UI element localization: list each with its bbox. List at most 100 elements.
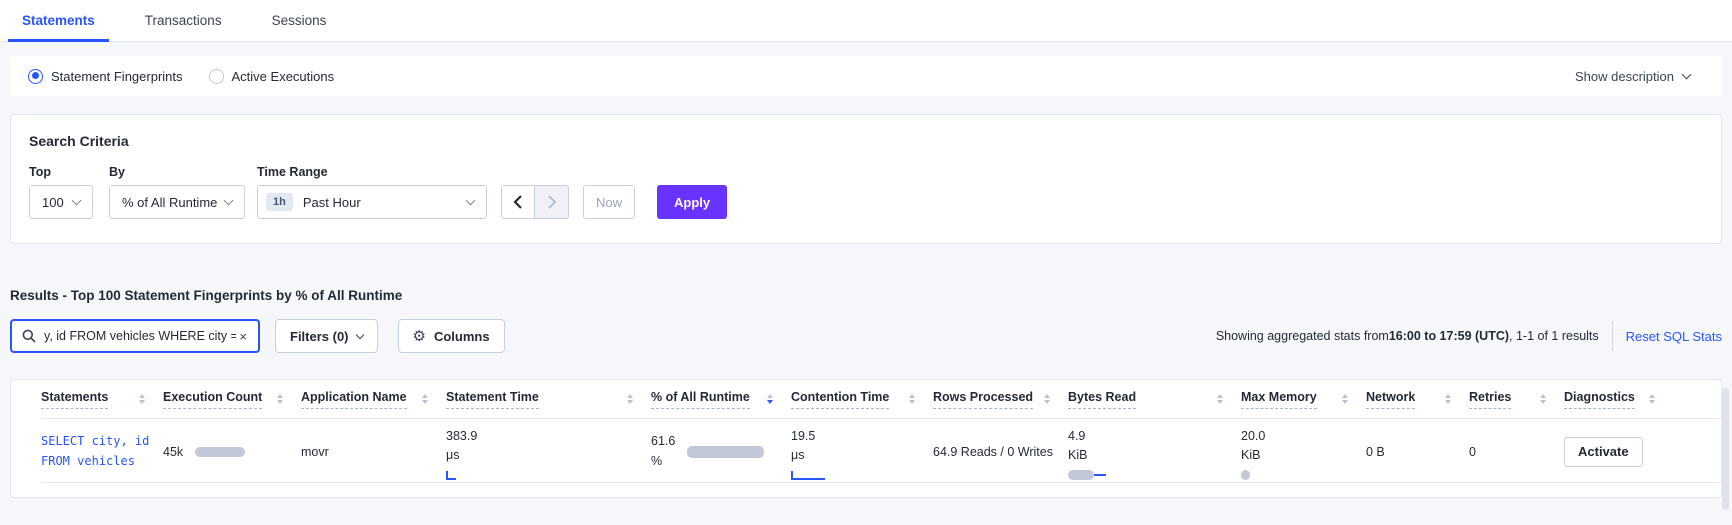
contention-time-bar bbox=[791, 470, 825, 480]
cell-diagnostics: Activate bbox=[1564, 419, 1721, 482]
sort-icon bbox=[627, 394, 633, 409]
statement-time-value: 383.9 bbox=[446, 429, 478, 443]
reset-sql-stats-link[interactable]: Reset SQL Stats bbox=[1626, 329, 1722, 344]
tab-bar: Statements Transactions Sessions bbox=[0, 0, 1732, 42]
radio-label: Statement Fingerprints bbox=[51, 68, 183, 84]
view-radio-group: Statement Fingerprints Active Executions bbox=[28, 68, 335, 84]
statement-search-box: × bbox=[10, 319, 260, 353]
radio-unselected-icon bbox=[208, 68, 224, 84]
radio-selected-icon bbox=[28, 68, 43, 84]
header-retries[interactable]: Retries bbox=[1469, 390, 1564, 409]
cell-retries: 0 bbox=[1469, 419, 1564, 482]
columns-label: Columns bbox=[433, 328, 490, 344]
stats-time-range: 16:00 to 17:59 (UTC) bbox=[1388, 329, 1510, 343]
time-range-badge: 1h bbox=[266, 193, 293, 211]
table-row: SELECT city, id FROM vehicles 45k movr 3… bbox=[41, 419, 1721, 483]
max-memory-unit: KiB bbox=[1241, 448, 1261, 463]
time-range-select[interactable]: 1h Past Hour bbox=[257, 185, 487, 219]
columns-button[interactable]: ⚙ Columns bbox=[397, 319, 505, 353]
statement-time-bar bbox=[446, 470, 477, 480]
tab-statements[interactable]: Statements bbox=[8, 0, 109, 42]
chevron-right-icon bbox=[547, 195, 557, 209]
header-statement-time[interactable]: Statement Time bbox=[446, 390, 651, 409]
contention-time-value: 19.5 bbox=[791, 429, 816, 443]
sort-icon bbox=[139, 394, 145, 409]
network-value: 0 B bbox=[1366, 444, 1385, 459]
header-diagnostics[interactable]: Diagnostics bbox=[1564, 390, 1721, 409]
cell-statement: SELECT city, id FROM vehicles bbox=[41, 419, 163, 482]
next-time-range-button[interactable] bbox=[535, 185, 569, 219]
bytes-read-bar bbox=[1068, 469, 1106, 480]
scrollbar-thumb[interactable] bbox=[1722, 388, 1729, 510]
chevron-down-icon bbox=[465, 195, 476, 206]
header-network[interactable]: Network bbox=[1366, 390, 1469, 409]
tab-transactions[interactable]: Transactions bbox=[131, 0, 236, 41]
bytes-read-unit: KiB bbox=[1068, 448, 1088, 463]
sort-icon bbox=[1540, 394, 1546, 409]
filters-button[interactable]: Filters (0) bbox=[275, 319, 378, 353]
search-icon bbox=[22, 329, 36, 343]
header-application-name[interactable]: Application Name bbox=[301, 390, 446, 409]
previous-time-range-button[interactable] bbox=[501, 185, 535, 219]
clear-search-icon[interactable]: × bbox=[236, 329, 250, 344]
time-range-value: Past Hour bbox=[302, 194, 361, 210]
cell-application-name: movr bbox=[301, 419, 446, 482]
radio-statement-fingerprints[interactable]: Statement Fingerprints bbox=[28, 68, 183, 84]
top-label: Top bbox=[29, 165, 51, 179]
radio-active-executions[interactable]: Active Executions bbox=[208, 68, 335, 84]
header-contention-time[interactable]: Contention Time bbox=[791, 390, 933, 409]
table-header-row: Statements Execution Count Application N… bbox=[41, 390, 1721, 419]
by-label: By bbox=[109, 165, 125, 179]
top-select[interactable]: 100 bbox=[29, 185, 93, 219]
apply-button[interactable]: Apply bbox=[657, 185, 728, 219]
by-select-value: % of All Runtime bbox=[122, 194, 218, 210]
vertical-divider bbox=[1611, 321, 1613, 351]
retries-value: 0 bbox=[1469, 444, 1476, 459]
rows-processed-value: 64.9 Reads / 0 Writes bbox=[933, 444, 1053, 459]
sort-icon bbox=[1217, 394, 1223, 409]
header-statements[interactable]: Statements bbox=[41, 390, 163, 409]
gear-icon: ⚙ bbox=[412, 327, 426, 345]
cell-statement-time: 383.9 μs bbox=[446, 419, 651, 482]
header-execution-count[interactable]: Execution Count bbox=[163, 390, 301, 409]
time-range-arrows bbox=[501, 185, 569, 219]
statement-fingerprint-link[interactable]: SELECT city, id FROM vehicles bbox=[41, 432, 151, 470]
cell-network: 0 B bbox=[1366, 419, 1469, 482]
execution-count-value: 45k bbox=[163, 444, 184, 459]
cell-bytes-read: 4.9 KiB bbox=[1068, 419, 1241, 482]
pct-runtime-unit: % bbox=[651, 453, 663, 468]
now-button[interactable]: Now bbox=[583, 185, 635, 219]
pct-runtime-bar bbox=[687, 445, 765, 458]
aggregated-stats-text: Showing aggregated stats from 16:00 to 1… bbox=[1216, 329, 1599, 343]
chevron-down-icon bbox=[223, 195, 234, 206]
view-toggle-panel: Statement Fingerprints Active Executions… bbox=[10, 56, 1722, 96]
header-pct-of-all-runtime[interactable]: % of All Runtime bbox=[651, 390, 791, 409]
cell-pct-runtime: 61.6 % bbox=[651, 419, 791, 482]
sort-icon bbox=[1445, 394, 1451, 409]
stats-prefix: Showing aggregated stats from bbox=[1215, 329, 1389, 343]
sort-desc-icon bbox=[767, 394, 773, 409]
header-rows-processed[interactable]: Rows Processed bbox=[933, 390, 1068, 409]
chevron-down-icon bbox=[71, 195, 82, 206]
execution-count-bar bbox=[195, 446, 246, 457]
search-criteria-title: Search Criteria bbox=[29, 133, 129, 149]
time-range-label: Time Range bbox=[257, 165, 328, 179]
chevron-left-icon bbox=[513, 195, 522, 209]
search-input[interactable] bbox=[44, 329, 237, 343]
activate-diagnostics-button[interactable]: Activate bbox=[1564, 436, 1643, 467]
show-description-toggle[interactable]: Show description bbox=[1575, 69, 1704, 84]
pct-runtime-value: 61.6 bbox=[651, 434, 676, 449]
max-memory-bar bbox=[1241, 469, 1265, 480]
tab-sessions[interactable]: Sessions bbox=[258, 0, 341, 41]
top-select-value: 100 bbox=[42, 194, 64, 210]
cell-rows-processed: 64.9 Reads / 0 Writes bbox=[933, 419, 1068, 482]
max-memory-value: 20.0 bbox=[1241, 429, 1266, 443]
cell-execution-count: 45k bbox=[163, 419, 301, 482]
sort-icon bbox=[277, 394, 283, 409]
header-bytes-read[interactable]: Bytes Read bbox=[1068, 390, 1241, 409]
by-select[interactable]: % of All Runtime bbox=[109, 185, 245, 219]
sort-icon bbox=[1648, 394, 1655, 409]
header-max-memory[interactable]: Max Memory bbox=[1241, 390, 1366, 409]
search-criteria-panel: Search Criteria Top 100 By % of All Runt… bbox=[10, 114, 1722, 244]
radio-label: Active Executions bbox=[231, 68, 335, 84]
